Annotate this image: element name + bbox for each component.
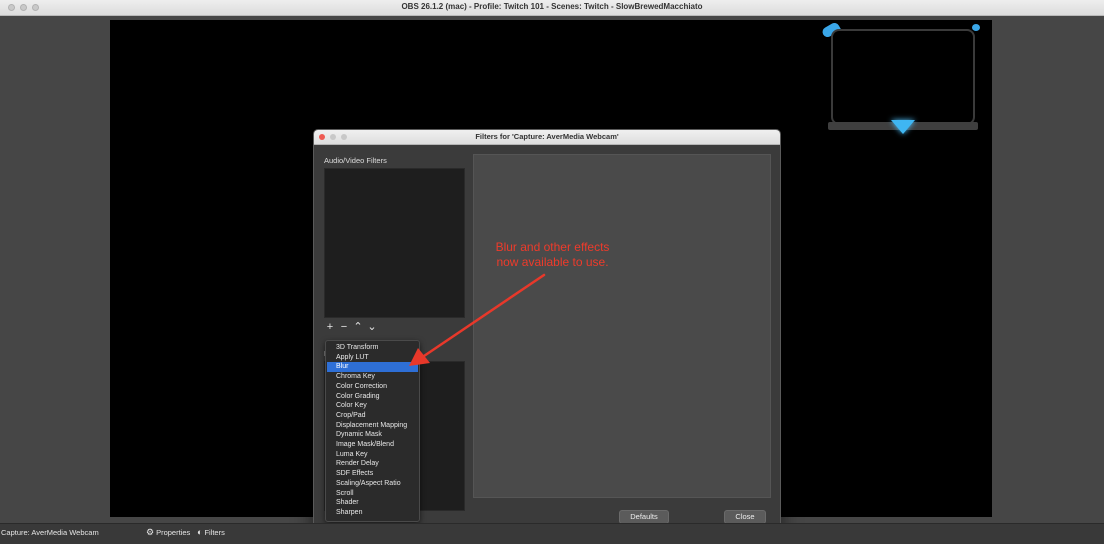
- properties-button[interactable]: ⚙ Properties: [146, 527, 190, 538]
- filters-label: Filters: [204, 528, 225, 537]
- selected-source-label: Capture: AverMedia Webcam: [1, 528, 99, 537]
- gear-icon: ⚙: [146, 527, 155, 537]
- filter-icon: ◐: [197, 527, 203, 537]
- filters-button[interactable]: ◐ Filters: [197, 527, 225, 537]
- source-bottom-bar: Capture: AverMedia Webcam ⚙ Properties ◐ F…: [0, 523, 1104, 544]
- arrow-head: [409, 348, 430, 366]
- properties-label: Properties: [156, 528, 191, 537]
- arrow-shaft: [422, 273, 546, 358]
- annotation-arrow: [409, 273, 546, 366]
